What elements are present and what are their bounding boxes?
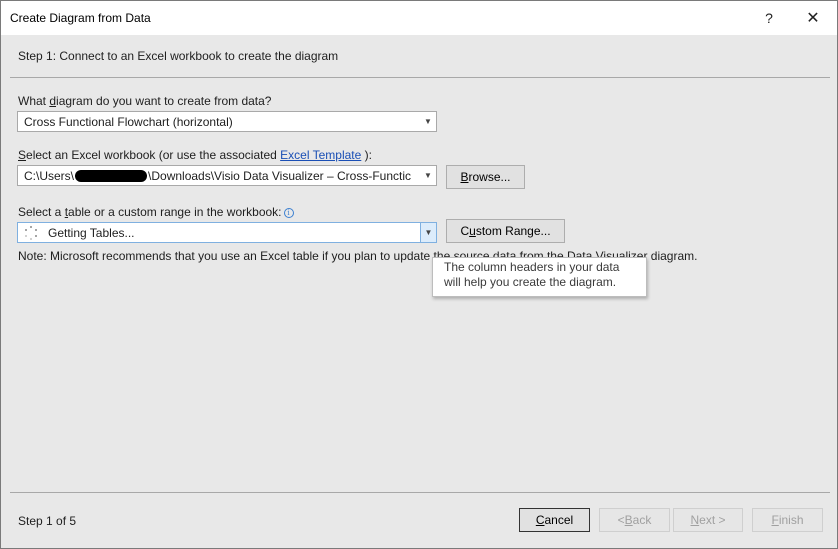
- redaction-mark: [75, 169, 148, 182]
- tooltip-line: will help you create the diagram.: [444, 275, 617, 289]
- excel-template-link[interactable]: Excel Template: [280, 148, 361, 162]
- help-icon: ?: [765, 10, 773, 26]
- custom-range-button[interactable]: Cu stom Range...: [446, 219, 565, 243]
- create-diagram-dialog: Create Diagram from Data ? ✕ Step 1: Con…: [0, 0, 838, 549]
- diagram-type-label: What diagram do you want to create from …: [18, 94, 272, 108]
- browse-button[interactable]: Browse...: [446, 165, 525, 189]
- back-button[interactable]: < Back: [599, 508, 670, 532]
- loading-spinner-icon: [24, 225, 38, 240]
- diagram-type-value: Cross Functional Flowchart (horizontal): [24, 114, 233, 129]
- help-button[interactable]: ?: [747, 3, 791, 33]
- window-title: Create Diagram from Data: [10, 11, 151, 25]
- table-select[interactable]: Getting Tables... ▼: [17, 222, 437, 243]
- chevron-down-icon: ▼: [424, 117, 432, 126]
- tooltip-line: The column headers in your data: [444, 260, 620, 274]
- chevron-down-icon: ▼: [424, 171, 432, 180]
- tooltip: The column headers in your data will hel…: [432, 257, 647, 297]
- cancel-button[interactable]: Cancel: [519, 508, 590, 532]
- title-bar: Create Diagram from Data ? ✕: [1, 1, 837, 35]
- table-select-value: Getting Tables...: [48, 225, 135, 240]
- table-range-label: Select a table or a custom range in the …: [18, 205, 294, 219]
- step-counter: Step 1 of 5: [18, 514, 77, 528]
- next-button[interactable]: Next >: [673, 508, 743, 532]
- workbook-path-value: C:\Users\ \Downloads\Visio Data Visualize…: [24, 168, 412, 183]
- header-divider: [10, 77, 830, 78]
- close-button[interactable]: ✕: [791, 3, 835, 33]
- step-heading: Step 1: Connect to an Excel workbook to …: [18, 49, 339, 63]
- finish-button[interactable]: Finish: [752, 508, 823, 532]
- footer-divider: [10, 492, 830, 493]
- info-icon[interactable]: i: [283, 208, 294, 218]
- workbook-label: Select an Excel workbook (or use the ass…: [18, 148, 372, 162]
- diagram-type-select[interactable]: Cross Functional Flowchart (horizontal) …: [17, 111, 437, 132]
- close-icon: ✕: [806, 10, 820, 27]
- workbook-select[interactable]: C:\Users\ \Downloads\Visio Data Visualize…: [17, 165, 437, 186]
- chevron-down-icon: ▼: [420, 223, 436, 242]
